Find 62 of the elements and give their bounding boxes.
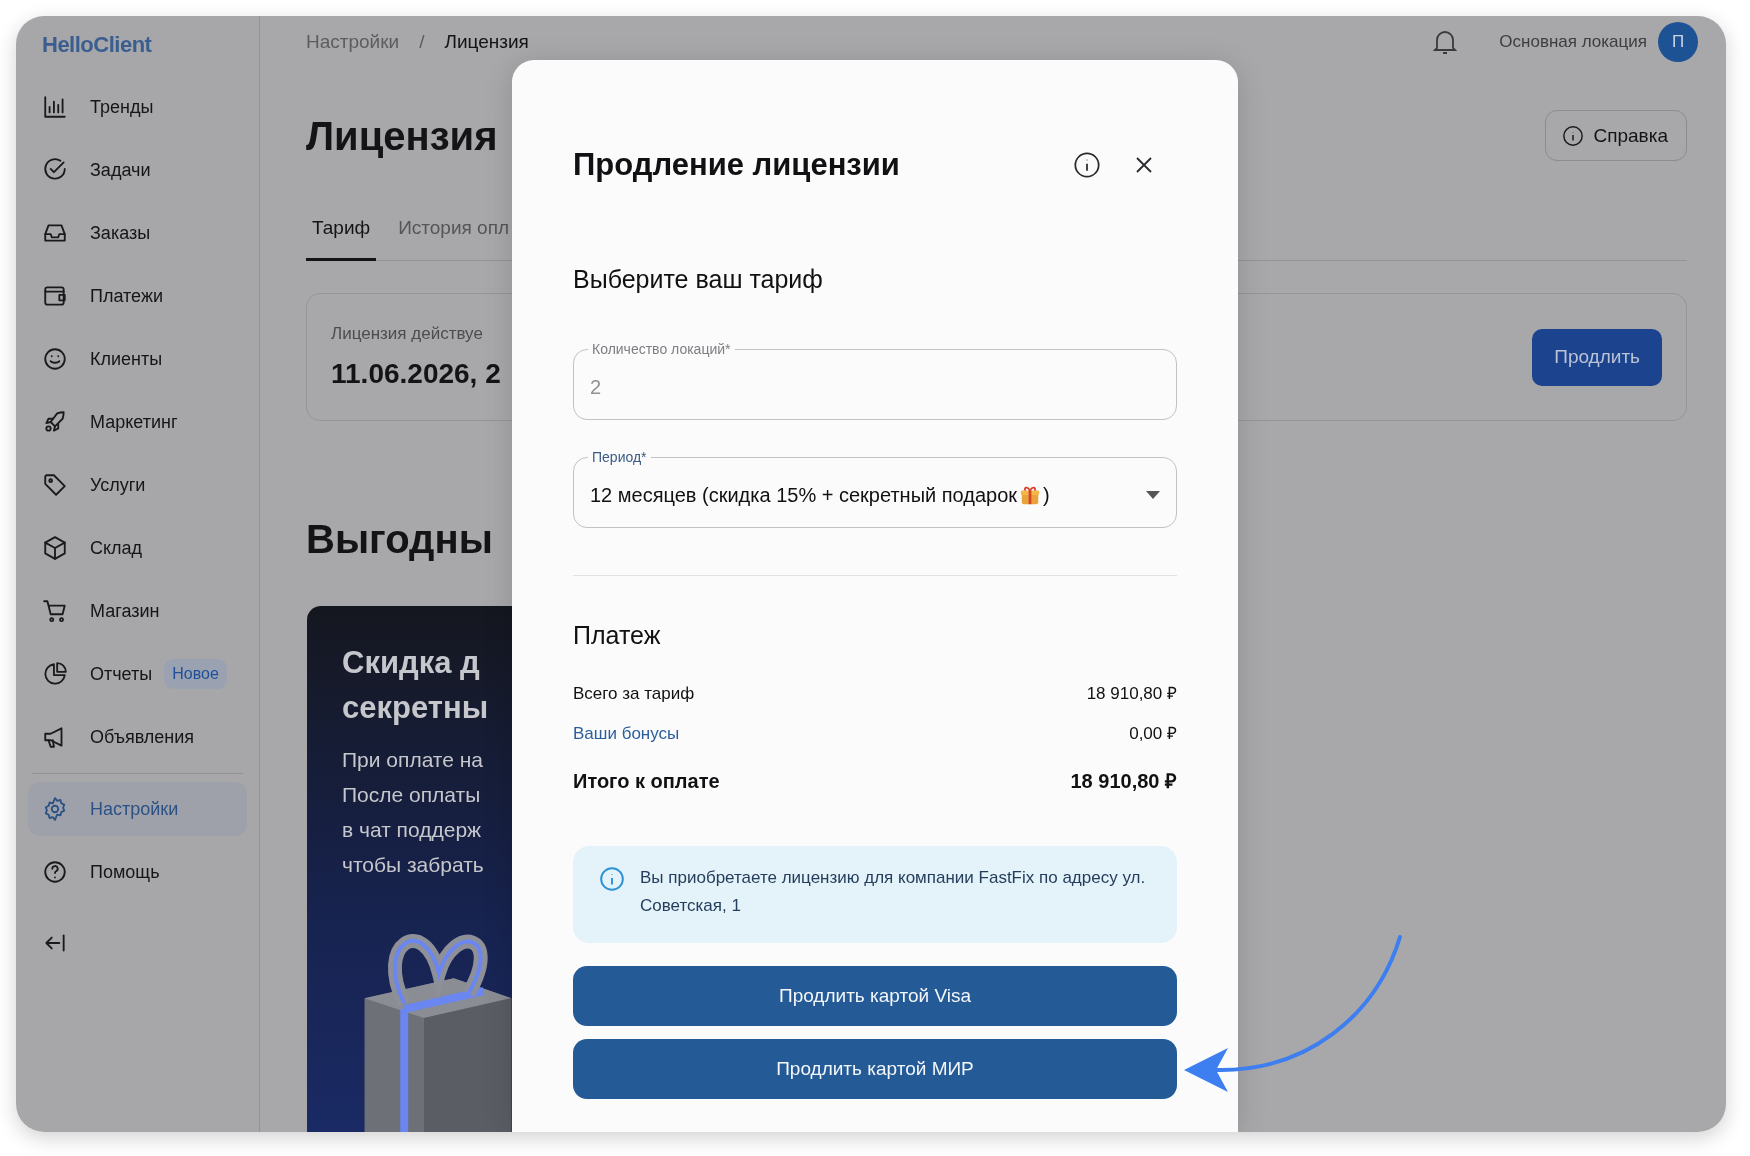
sidebar-item[interactable]: Маркетинг: [28, 395, 247, 449]
promo-text: в чат поддерж: [342, 817, 483, 843]
location-label[interactable]: Основная локация: [1499, 32, 1647, 52]
promo-title: секретны: [342, 689, 490, 727]
cube-icon: [42, 535, 68, 561]
settings-icon: [42, 796, 68, 822]
page-title: Лицензия: [306, 112, 498, 160]
promo-title: Скидка д: [342, 644, 481, 682]
section-title: Выгодны: [306, 516, 494, 563]
pay-button[interactable]: Продлить картой МИР: [573, 1039, 1177, 1099]
sidebar-item[interactable]: Склад: [28, 521, 247, 575]
renew-button[interactable]: Продлить: [1532, 328, 1662, 386]
total-label: Итого к оплате: [573, 769, 720, 794]
sidebar-item[interactable]: Заказы: [28, 206, 247, 260]
section-title: Платеж: [573, 620, 662, 651]
sidebar-item[interactable]: Тренды: [28, 80, 247, 134]
close-icon[interactable]: [1135, 156, 1153, 174]
notice-text: Вы приобретаете лицензию для компании FastFix по адресу ул. Советская, 1: [640, 867, 1147, 917]
bar-chart-icon: [42, 94, 68, 120]
pay-button[interactable]: Продлить картой Visa: [573, 966, 1177, 1026]
sidebar-item[interactable]: Услуги: [28, 458, 247, 512]
help-button[interactable]: Справка: [1545, 110, 1687, 161]
sidebar-item[interactable]: Задачи: [28, 143, 247, 197]
sidebar-item[interactable]: Магазин: [28, 584, 247, 638]
check-circle-icon: [42, 157, 68, 183]
pie-chart-icon: [42, 661, 68, 687]
new-badge: Новое: [164, 659, 227, 689]
sidebar-item[interactable]: Клиенты: [28, 332, 247, 386]
dialog-title: Продление лицензии: [573, 146, 901, 184]
info-icon: [1562, 124, 1585, 147]
breadcrumb-separator: /: [419, 31, 425, 53]
amount-value: 18 910,80 ₽: [1086, 683, 1177, 705]
cart-icon: [42, 598, 68, 624]
help-icon: [42, 859, 68, 885]
gift-icon: [1019, 484, 1042, 506]
promo-text: После оплаты: [342, 782, 482, 808]
license-date: 11.06.2026, 2: [331, 358, 501, 390]
promo-text: чтобы забрать: [342, 852, 485, 878]
rocket-icon: [42, 409, 68, 435]
bonus-link[interactable]: Ваши бонусы: [573, 722, 680, 746]
avatar[interactable]: П: [1658, 22, 1698, 62]
sidebar-item[interactable]: Помощь: [28, 845, 247, 899]
amount-value: 0,00 ₽: [1129, 723, 1177, 745]
breadcrumb-current: Лицензия: [444, 31, 529, 53]
summary-label: Всего за тариф: [573, 683, 695, 705]
license-label: Лицензия действуе: [331, 324, 484, 344]
info-icon: [599, 866, 625, 892]
period-select[interactable]: Период* 12 месяцев (скидка 15% + секретный подарок ): [573, 449, 1177, 528]
info-icon[interactable]: [1073, 151, 1101, 179]
sidebar-item[interactable]: Платежи: [28, 269, 247, 323]
wallet-icon: [42, 283, 68, 309]
tag-icon: [42, 472, 68, 498]
bell-icon[interactable]: [1433, 28, 1458, 56]
section-title: Выберите ваш тариф: [573, 264, 824, 295]
dropdown-caret-icon: [1146, 491, 1160, 499]
promo-text: При оплате на: [342, 747, 485, 773]
total-amount: 18 910,80 ₽: [1070, 769, 1177, 794]
sidebar-item[interactable]: Отчеты Новое: [28, 647, 247, 701]
app-logo: HelloClient: [42, 32, 152, 58]
sidebar-item[interactable]: Объявления: [28, 710, 247, 764]
smiley-icon: [42, 346, 68, 372]
tab[interactable]: Тариф: [306, 216, 377, 261]
